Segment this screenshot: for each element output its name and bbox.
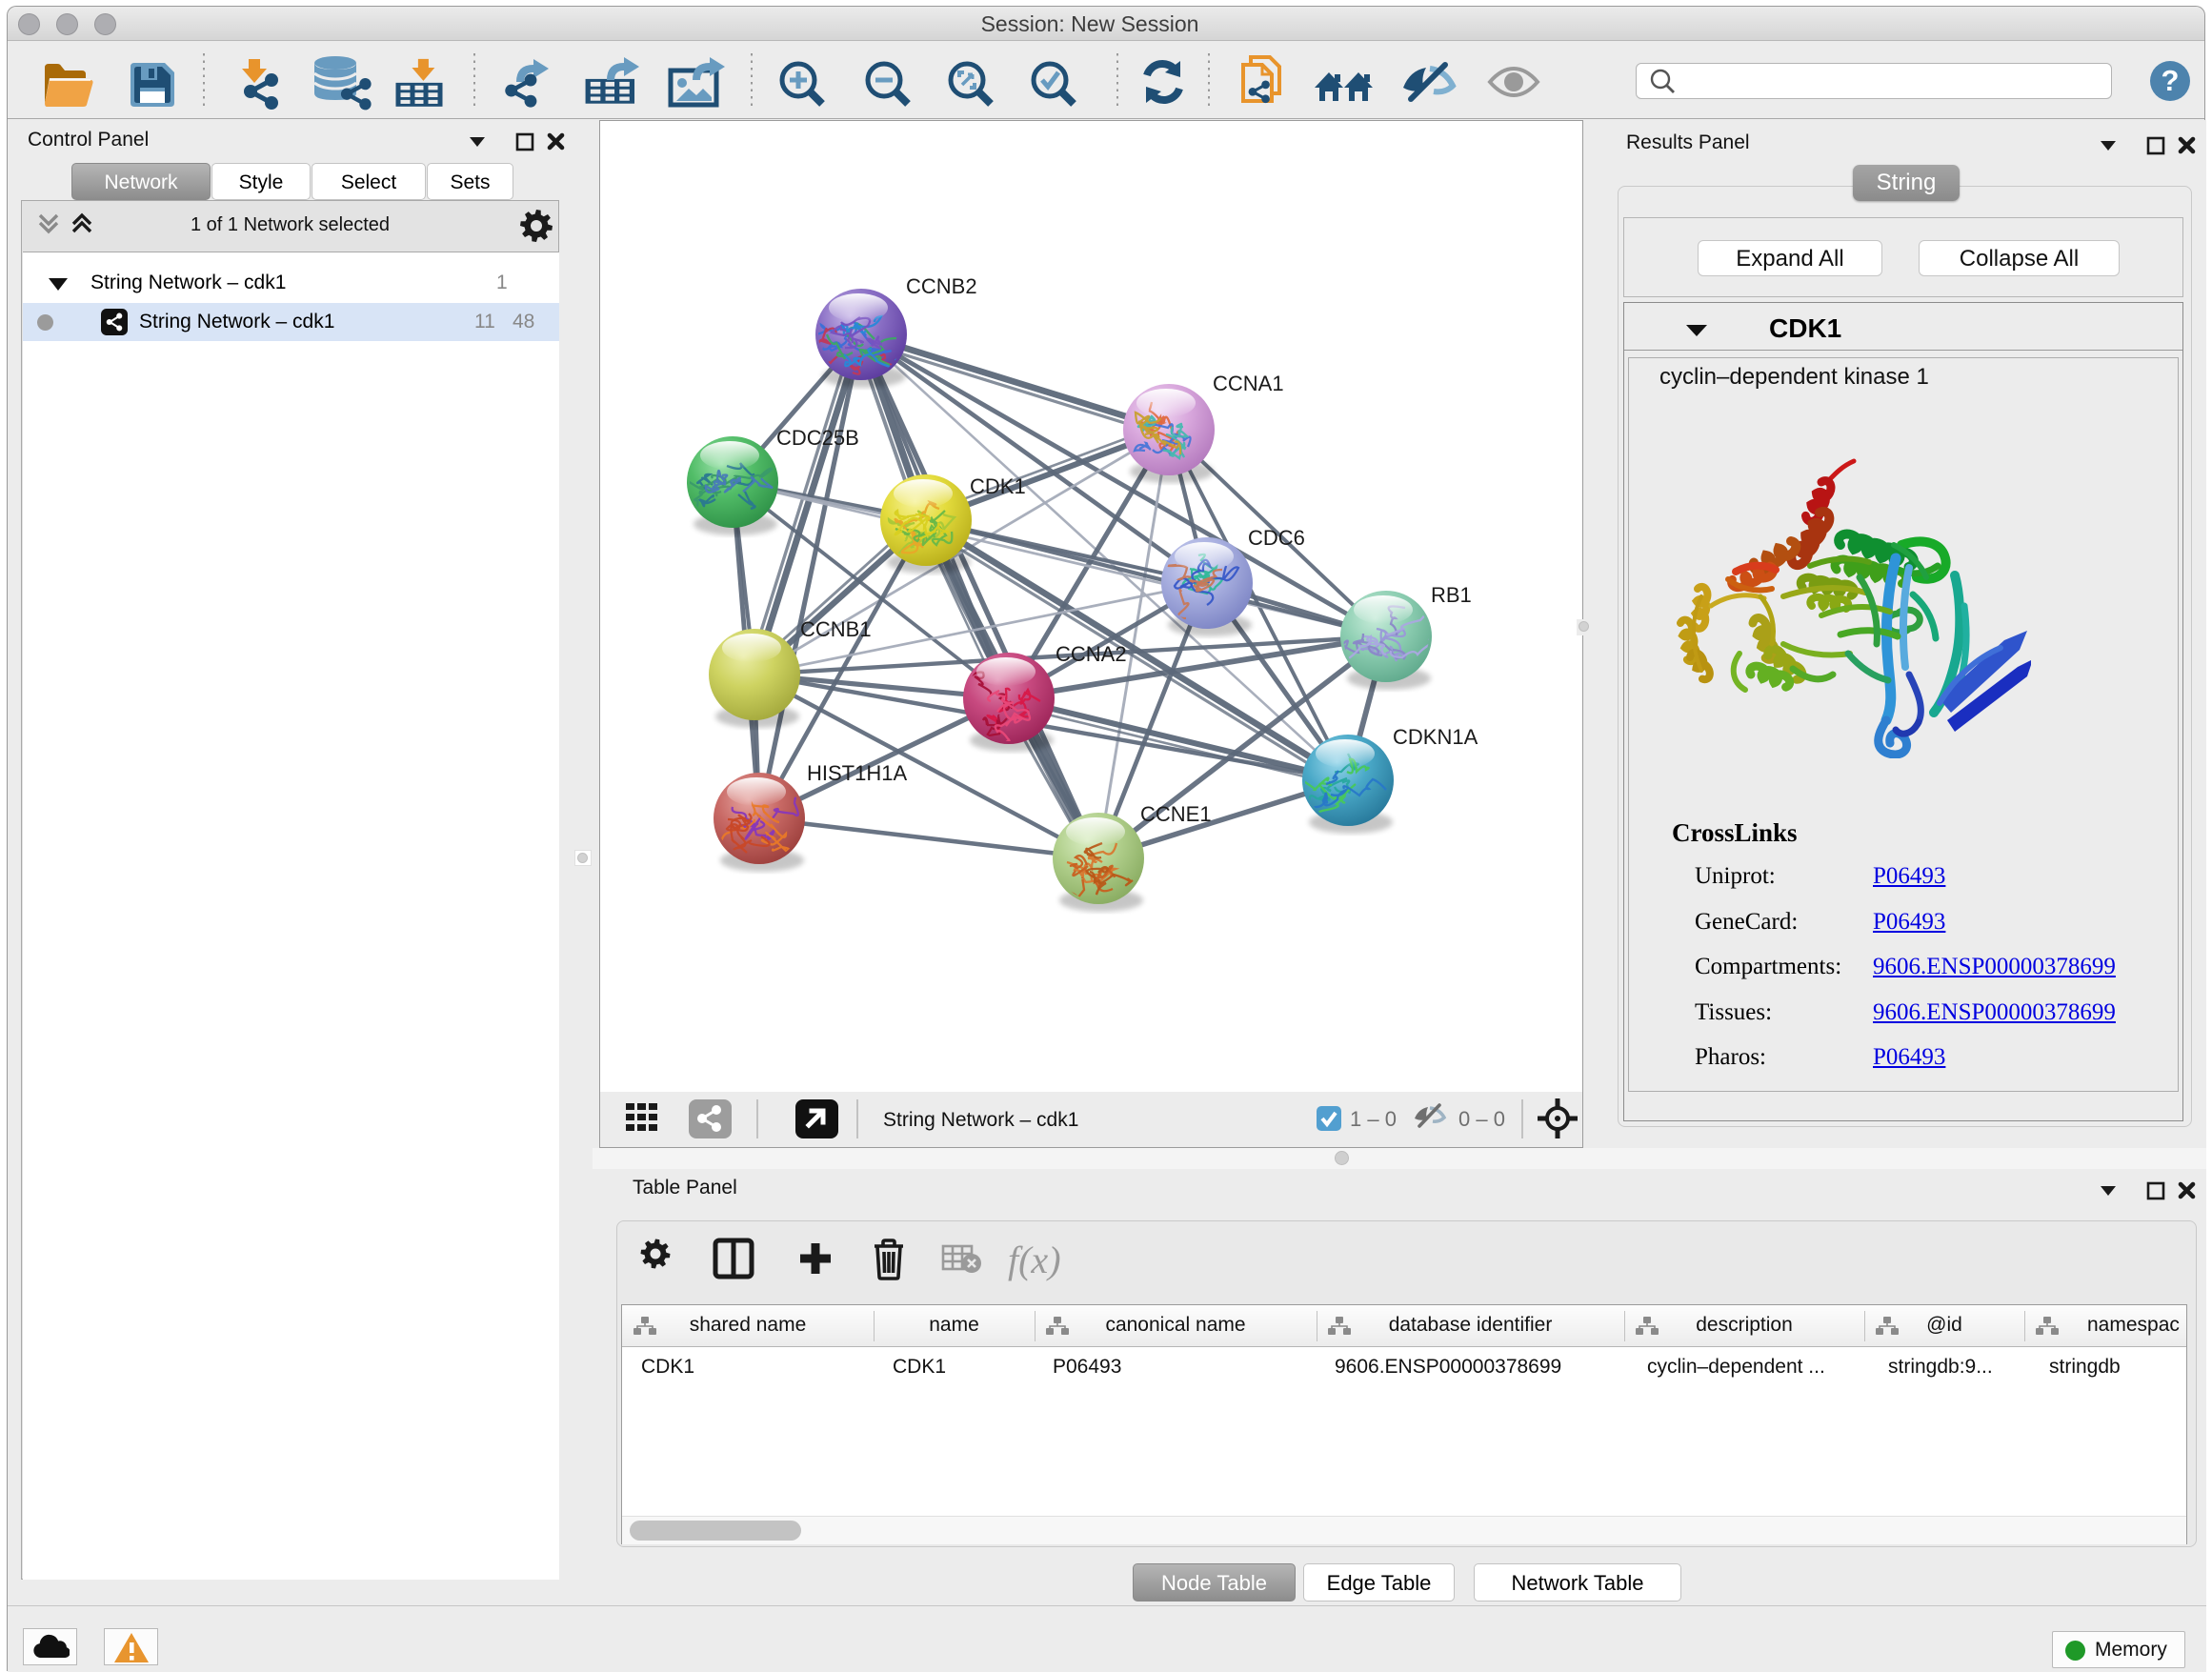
- svg-text:CDC25B: CDC25B: [776, 426, 859, 450]
- svg-text:CCNB1: CCNB1: [800, 617, 872, 641]
- svg-text:CCNA1: CCNA1: [1213, 372, 1284, 395]
- svg-text:1 – 0: 1 – 0: [1350, 1107, 1397, 1131]
- svg-text:CDKN1A: CDKN1A: [1393, 725, 1478, 749]
- svg-text:RB1: RB1: [1431, 583, 1472, 607]
- svg-text:?: ?: [2162, 64, 2180, 97]
- svg-text:CCNA2: CCNA2: [1056, 642, 1127, 666]
- svg-text:f(x): f(x): [1008, 1239, 1061, 1281]
- svg-text:CDK1: CDK1: [970, 474, 1026, 498]
- svg-text:CCNB2: CCNB2: [906, 274, 977, 298]
- svg-text:0 – 0: 0 – 0: [1458, 1107, 1505, 1131]
- svg-text:CCNE1: CCNE1: [1140, 802, 1212, 826]
- svg-text:String Network – cdk1: String Network – cdk1: [883, 1109, 1078, 1131]
- svg-text:CDC6: CDC6: [1248, 526, 1305, 550]
- svg-text:HIST1H1A: HIST1H1A: [807, 761, 907, 785]
